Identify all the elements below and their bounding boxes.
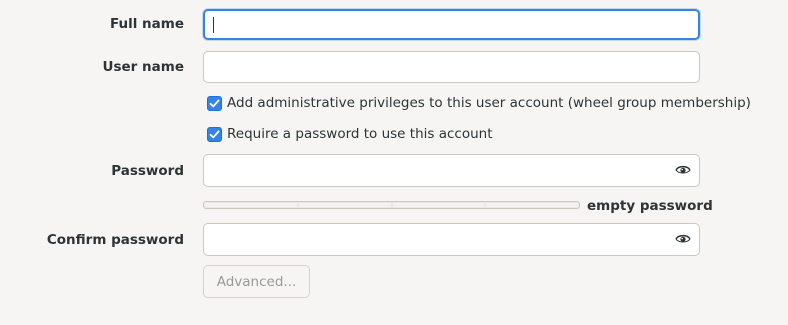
user-name-field[interactable] — [203, 51, 700, 83]
strength-segment — [205, 203, 297, 207]
password-strength-meter — [203, 201, 580, 209]
password-strength-label: empty password — [587, 198, 713, 214]
eye-icon[interactable] — [675, 232, 691, 246]
checkmark-icon — [209, 99, 220, 107]
full-name-label: Full name — [109, 16, 184, 32]
admin-privileges-option[interactable]: Add administrative privileges to this us… — [207, 94, 751, 112]
strength-segment — [486, 203, 578, 207]
checkmark-icon — [209, 130, 220, 138]
admin-privileges-checkbox[interactable] — [207, 95, 222, 111]
advanced-button[interactable]: Advanced... — [203, 265, 310, 298]
full-name-field[interactable] — [203, 9, 700, 40]
password-label: Password — [111, 163, 184, 179]
confirm-password-label: Confirm password — [46, 232, 184, 248]
eye-icon[interactable] — [675, 163, 691, 177]
require-password-checkbox[interactable] — [207, 126, 222, 142]
strength-segment — [392, 203, 485, 207]
admin-privileges-label: Add administrative privileges to this us… — [227, 95, 751, 111]
require-password-option[interactable]: Require a password to use this account — [207, 125, 493, 143]
strength-segment — [298, 203, 391, 207]
password-field[interactable] — [203, 154, 700, 187]
require-password-label: Require a password to use this account — [227, 126, 493, 142]
user-creation-form: Full name User name Add administrative p… — [0, 0, 788, 325]
text-caret — [213, 17, 214, 33]
confirm-password-field[interactable] — [203, 223, 700, 256]
user-name-label: User name — [102, 59, 184, 75]
